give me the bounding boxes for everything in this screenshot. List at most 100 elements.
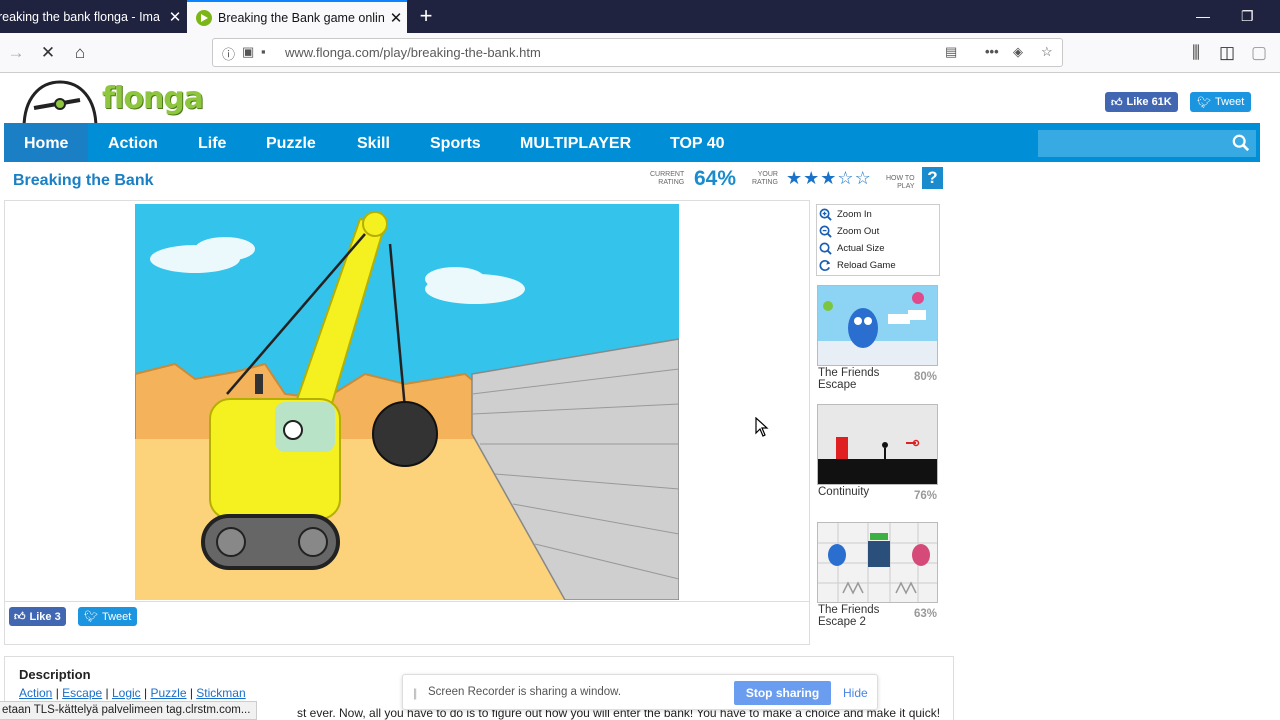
game-frame: 👍︎ Like 3 🐦︎ Tweet bbox=[4, 200, 810, 645]
close-tab-icon[interactable]: ✕ bbox=[385, 9, 407, 27]
menu-life[interactable]: Life bbox=[198, 123, 226, 162]
tab-title: reaking the bank flonga - Ima bbox=[0, 9, 160, 24]
tab-breaking-the-bank[interactable]: Breaking the Bank game online ✕ bbox=[187, 0, 407, 33]
tag-escape[interactable]: Escape bbox=[62, 686, 102, 700]
related-game-thumbnail[interactable] bbox=[817, 404, 938, 485]
tweet-button[interactable]: 🐦︎ Tweet bbox=[1190, 92, 1252, 112]
friends-escape-thumbnail-image bbox=[818, 286, 937, 365]
friends-escape-2-thumbnail-image bbox=[818, 523, 937, 602]
related-game-rating: 63% bbox=[913, 608, 937, 620]
star-filled-icon[interactable]: ★ bbox=[786, 169, 802, 187]
stop-sharing-button[interactable]: Stop sharing bbox=[734, 681, 831, 705]
tab-title: Breaking the Bank game online bbox=[218, 10, 385, 25]
game-scene-image bbox=[135, 204, 679, 600]
screen-sharing-bar: || Screen Recorder is sharing a window. … bbox=[402, 674, 878, 710]
related-game-name[interactable]: The Friends Escape bbox=[818, 367, 898, 391]
menu-action[interactable]: Action bbox=[108, 123, 158, 162]
zoom-in-button[interactable]: Zoom In bbox=[819, 206, 872, 223]
library-icon[interactable]: ⫼ bbox=[1185, 42, 1207, 64]
current-rating-label: CURRENT RATING bbox=[650, 171, 684, 187]
restore-window-button[interactable]: ❐ bbox=[1241, 8, 1254, 25]
extension-icon[interactable]: ▢ bbox=[1248, 42, 1270, 64]
actual-size-button[interactable]: Actual Size bbox=[819, 240, 885, 257]
thumbs-up-icon: 👍︎ bbox=[1111, 96, 1123, 109]
tweet-label: Tweet bbox=[1214, 96, 1245, 108]
your-rating-stars[interactable]: ★ ★ ★ ☆ ☆ bbox=[786, 169, 871, 187]
star-empty-icon[interactable]: ☆ bbox=[855, 169, 871, 187]
star-empty-icon[interactable]: ☆ bbox=[837, 169, 853, 187]
menu-sports[interactable]: Sports bbox=[430, 123, 481, 162]
page-actions-icon[interactable]: ••• bbox=[985, 44, 999, 59]
actual-size-label: Actual Size bbox=[837, 243, 885, 254]
related-game-name[interactable]: The Friends Escape 2 bbox=[818, 604, 898, 628]
zoom-out-label: Zoom Out bbox=[837, 226, 880, 237]
related-game-card[interactable]: Continuity 76% bbox=[817, 404, 939, 502]
screen-sharing-message: Screen Recorder is sharing a window. bbox=[428, 686, 622, 698]
related-game-name[interactable]: Continuity bbox=[818, 486, 898, 498]
tag-puzzle[interactable]: Puzzle bbox=[150, 686, 186, 700]
menu-multiplayer[interactable]: MULTIPLAYER bbox=[520, 123, 631, 162]
game-canvas[interactable] bbox=[135, 204, 679, 600]
new-tab-button[interactable]: + bbox=[414, 4, 438, 28]
star-filled-icon[interactable]: ★ bbox=[820, 169, 836, 187]
star-filled-icon[interactable]: ★ bbox=[803, 169, 819, 187]
related-game-thumbnail[interactable] bbox=[817, 285, 938, 366]
menu-home[interactable]: Home bbox=[4, 123, 89, 162]
permissions-icon[interactable]: ▣ bbox=[242, 44, 254, 60]
your-rating-label: YOUR RATING bbox=[752, 171, 778, 187]
hide-button[interactable]: Hide bbox=[843, 686, 868, 700]
search-input[interactable] bbox=[1038, 130, 1256, 157]
minimize-window-button[interactable]: — bbox=[1196, 8, 1210, 24]
tab-image-search[interactable]: reaking the bank flonga - Ima ✕ bbox=[0, 0, 186, 33]
reader-view-icon[interactable]: ▤ bbox=[945, 44, 957, 60]
actual-size-icon bbox=[819, 242, 832, 255]
url-text[interactable]: www.flonga.com/play/breaking-the-bank.ht… bbox=[285, 45, 541, 60]
search-icon[interactable] bbox=[1232, 134, 1250, 152]
bookmark-star-icon[interactable]: ☆ bbox=[1041, 44, 1053, 60]
related-game-rating: 76% bbox=[913, 490, 937, 502]
zoom-panel: Zoom In Zoom Out Actual Size Reload Game bbox=[816, 204, 940, 276]
zoom-out-button[interactable]: Zoom Out bbox=[819, 223, 879, 240]
category-tags: Action | Escape | Logic | Puzzle | Stick… bbox=[19, 686, 246, 700]
browser-tab-bar: reaking the bank flonga - Ima ✕ Breaking… bbox=[0, 0, 1280, 33]
info-icon[interactable]: ⓘ bbox=[222, 44, 235, 63]
flonga-logo[interactable]: flonga bbox=[20, 78, 204, 130]
connection-status-text: etaan TLS-kättelyä palvelimeen tag.clrst… bbox=[0, 701, 258, 720]
stop-loading-icon[interactable]: ✕ bbox=[37, 42, 59, 64]
menu-puzzle[interactable]: Puzzle bbox=[266, 123, 316, 162]
tag-action[interactable]: Action bbox=[19, 686, 52, 700]
pocket-icon[interactable]: ◈ bbox=[1013, 44, 1023, 60]
related-game-card[interactable]: The Friends Escape 2 63% bbox=[817, 522, 939, 628]
forward-arrow-icon[interactable]: → bbox=[5, 42, 27, 64]
related-game-card[interactable]: The Friends Escape 80% bbox=[817, 285, 939, 391]
reload-game-button[interactable]: Reload Game bbox=[819, 257, 896, 274]
page-scrollbar[interactable] bbox=[1261, 74, 1280, 720]
your-rating-label-line1: YOUR bbox=[757, 171, 778, 178]
how-to-label-line1: HOW TO bbox=[886, 175, 915, 182]
game-tweet-button[interactable]: 🐦︎ Tweet bbox=[78, 607, 138, 626]
address-bar[interactable]: ⓘ ▣ ▪ www.flonga.com/play/breaking-the-b… bbox=[212, 38, 1063, 67]
game-like-count: Like 3 bbox=[29, 610, 61, 623]
drag-handle-icon[interactable]: || bbox=[413, 686, 417, 700]
how-to-label-line2: PLAY bbox=[897, 183, 915, 190]
mascot-helmet-icon bbox=[22, 80, 98, 130]
game-like-button[interactable]: 👍︎ Like 3 bbox=[9, 607, 66, 626]
reload-game-label: Reload Game bbox=[837, 260, 896, 271]
home-icon[interactable]: ⌂ bbox=[69, 42, 91, 64]
tag-stickman[interactable]: Stickman bbox=[196, 686, 245, 700]
game-tweet-label: Tweet bbox=[101, 610, 132, 623]
how-to-play-label: HOW TO PLAY bbox=[886, 175, 915, 191]
sidebar-icon[interactable]: ◫ bbox=[1216, 42, 1238, 64]
flonga-favicon-icon bbox=[196, 9, 212, 26]
game-title: Breaking the Bank bbox=[13, 172, 154, 189]
menu-top-40[interactable]: TOP 40 bbox=[670, 123, 725, 162]
facebook-like-button[interactable]: 👍︎ Like 61K bbox=[1105, 92, 1178, 112]
related-game-thumbnail[interactable] bbox=[817, 522, 938, 603]
close-tab-icon[interactable]: ✕ bbox=[164, 8, 186, 26]
tag-logic[interactable]: Logic bbox=[112, 686, 141, 700]
how-to-play-button[interactable]: ? bbox=[922, 167, 943, 189]
menu-skill[interactable]: Skill bbox=[357, 123, 390, 162]
mouse-cursor-icon bbox=[755, 417, 769, 437]
frame-divider bbox=[5, 601, 809, 602]
zoom-out-icon bbox=[819, 225, 832, 238]
